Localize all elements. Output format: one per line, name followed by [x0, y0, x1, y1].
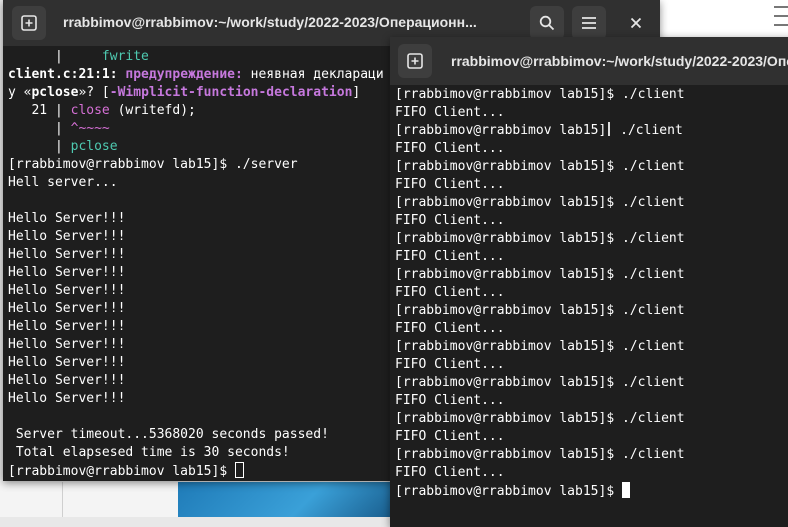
terminal-text: Total elapsesed time is 30 seconds!	[8, 445, 290, 460]
terminal-line: [rrabbimov@rrabbimov lab15]$ ./client	[395, 195, 685, 210]
terminal-line: FIFO Client...	[395, 321, 505, 336]
terminal-line: [rrabbimov@rrabbimov lab15]$ ./client	[395, 339, 685, 354]
terminal-text: »? [	[78, 85, 110, 100]
terminal-text: Hello Server!!!	[8, 337, 126, 352]
search-icon	[539, 15, 555, 31]
hamburger-menu-icon	[582, 17, 596, 29]
terminal-line: FIFO Client...	[395, 177, 505, 192]
terminal-text: Hello Server!!!	[8, 247, 126, 262]
desktop-background-window	[660, 0, 788, 40]
window-title-client: rrabbimov@rrabbimov:~/work/study/2022-20…	[451, 53, 788, 69]
plus-square-icon	[21, 15, 37, 31]
terminal-line: FIFO Client...	[395, 465, 505, 480]
titlebar-client[interactable]: rrabbimov@rrabbimov:~/work/study/2022-20…	[390, 37, 788, 85]
menu-button[interactable]	[572, 6, 606, 40]
terminal-text: |	[8, 49, 102, 64]
terminal-text: Hello Server!!!	[8, 373, 126, 388]
terminal-line: [rrabbimov@rrabbimov lab15]$ ./client	[395, 375, 685, 390]
plus-square-icon	[407, 53, 423, 69]
close-icon	[630, 17, 642, 29]
terminal-text: предупреждение:	[125, 67, 251, 82]
terminal-text: Hello Server!!!	[8, 283, 126, 298]
terminal-text: Hello Server!!!	[8, 319, 126, 334]
terminal-text: close	[70, 103, 110, 118]
terminal-line: [rrabbimov@rrabbimov lab15]$ ./client	[395, 303, 685, 318]
shell-prompt: [rrabbimov@rrabbimov lab15]$	[395, 484, 622, 499]
new-tab-button[interactable]	[12, 6, 46, 40]
mouse-ibeam-cursor	[606, 122, 612, 136]
terminal-line: FIFO Client...	[395, 429, 505, 444]
terminal-line: FIFO Client...	[395, 357, 505, 372]
terminal-line: [rrabbimov@rrabbimov lab15] ./client	[395, 122, 788, 140]
terminal-text: |	[8, 139, 71, 154]
text-cursor	[234, 462, 244, 478]
terminal-text: |	[8, 121, 71, 136]
shell-prompt: [rrabbimov@rrabbimov lab15]$	[8, 464, 235, 479]
close-button[interactable]	[619, 6, 653, 40]
background-scroll-marks	[774, 6, 788, 36]
terminal-text: Hello Server!!!	[8, 211, 126, 226]
terminal-text: pclose	[31, 85, 79, 100]
terminal-line: FIFO Client...	[395, 105, 505, 120]
terminal-text: ]	[352, 85, 361, 100]
terminal-line: [rrabbimov@rrabbimov lab15]$ ./client	[395, 231, 685, 246]
terminal-text: Hello Server!!!	[8, 355, 126, 370]
terminal-text: ^~~~~	[70, 121, 110, 136]
terminal-line: FIFO Client...	[395, 213, 505, 228]
desktop-wallpaper	[178, 482, 390, 517]
terminal-text: ./client	[612, 123, 683, 138]
terminal-line: FIFO Client...	[395, 249, 505, 264]
terminal-text: [rrabbimov@rrabbimov lab15]$ ./server	[8, 157, 298, 172]
terminal-text: Hello Server!!!	[8, 229, 126, 244]
window-title: rrabbimov@rrabbimov:~/work/study/2022-20…	[63, 14, 477, 30]
search-button[interactable]	[530, 6, 564, 40]
terminal-text: fwrite	[101, 49, 149, 64]
new-tab-button-client[interactable]	[398, 44, 432, 78]
terminal-line: [rrabbimov@rrabbimov lab15]$ ./client	[395, 411, 685, 426]
text-cursor	[621, 482, 630, 498]
terminal-text: Hell server...	[8, 175, 118, 190]
terminal-text: -Wimplicit-function-declaration	[109, 85, 353, 100]
terminal-window-client[interactable]: rrabbimov@rrabbimov:~/work/study/2022-20…	[390, 37, 788, 527]
desktop-divider	[62, 482, 63, 517]
terminal-line: [rrabbimov@rrabbimov lab15]$ ./client	[395, 267, 685, 282]
terminal-text: 21 |	[8, 103, 71, 118]
terminal-line: [rrabbimov@rrabbimov lab15]$ ./client	[395, 447, 685, 462]
terminal-text: Hello Server!!!	[8, 301, 126, 316]
terminal-text: pclose	[70, 139, 118, 154]
terminal-text: (writefd);	[109, 103, 196, 118]
terminal-text: Hello Server!!!	[8, 265, 126, 280]
terminal-line: FIFO Client...	[395, 393, 505, 408]
terminal-text: неявная деклараци	[250, 67, 384, 82]
terminal-output-client[interactable]: [rrabbimov@rrabbimov lab15]$ ./client FIF…	[390, 85, 788, 527]
terminal-line: FIFO Client...	[395, 285, 505, 300]
terminal-line: [rrabbimov@rrabbimov lab15]$ ./client	[395, 159, 685, 174]
terminal-line: [rrabbimov@rrabbimov lab15]$ ./client	[395, 87, 685, 102]
terminal-line: FIFO Client...	[395, 141, 505, 156]
terminal-text: client.c:21:1:	[8, 67, 126, 82]
prompt-line[interactable]: [rrabbimov@rrabbimov lab15]$	[395, 482, 788, 500]
terminal-text: [rrabbimov@rrabbimov lab15]	[395, 123, 607, 138]
terminal-text: Server timeout...5368020 seconds passed!	[8, 427, 329, 442]
terminal-text: Hello Server!!!	[8, 391, 126, 406]
terminal-text: у «	[8, 85, 32, 100]
